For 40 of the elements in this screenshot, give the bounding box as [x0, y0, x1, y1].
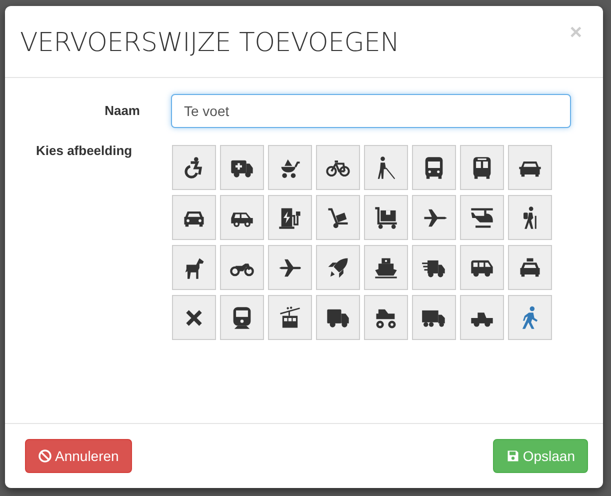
image-option[interactable]	[412, 145, 456, 190]
image-option[interactable]	[508, 195, 552, 240]
dialog-title: VERVOERSWIJZE TOEVOEGEN	[20, 27, 400, 60]
cart-icon	[373, 204, 399, 230]
image-option[interactable]	[172, 195, 216, 240]
image-option[interactable]	[268, 245, 312, 290]
image-option[interactable]	[172, 145, 216, 190]
image-option[interactable]	[316, 145, 360, 190]
image-option[interactable]	[364, 295, 408, 340]
image-option[interactable]	[172, 245, 216, 290]
image-option[interactable]	[268, 195, 312, 240]
name-field[interactable]: Te voet	[171, 94, 571, 128]
image-option[interactable]	[412, 245, 456, 290]
image-option[interactable]	[268, 145, 312, 190]
field-label: Naam	[104, 102, 140, 118]
image-option[interactable]	[460, 195, 504, 240]
image-option[interactable]	[172, 295, 216, 340]
image-option[interactable]	[316, 295, 360, 340]
image-option[interactable]	[460, 245, 504, 290]
image-option[interactable]	[220, 295, 264, 340]
prohibited-icon	[38, 449, 52, 463]
image-option[interactable]	[220, 145, 264, 190]
image-option[interactable]	[316, 245, 360, 290]
image-option[interactable]	[508, 145, 552, 190]
image-option[interactable]	[412, 295, 456, 340]
field-label: Kies afbeelding	[35, 143, 134, 158]
image-option[interactable]	[364, 145, 408, 190]
image-option[interactable]	[364, 195, 408, 240]
cancel-button[interactable]: Annuleren	[25, 439, 132, 473]
image-option[interactable]	[316, 195, 360, 240]
cable-car-icon	[277, 304, 303, 330]
image-option[interactable]	[508, 245, 552, 290]
save-button[interactable]: Opslaan	[492, 439, 588, 473]
image-option[interactable]	[220, 245, 264, 290]
image-option[interactable]	[220, 195, 264, 240]
image-option[interactable]	[460, 295, 504, 340]
image-option[interactable]	[268, 295, 312, 340]
image-option[interactable]	[412, 195, 456, 240]
image-option[interactable]	[460, 145, 504, 190]
image-option[interactable]	[364, 245, 408, 290]
